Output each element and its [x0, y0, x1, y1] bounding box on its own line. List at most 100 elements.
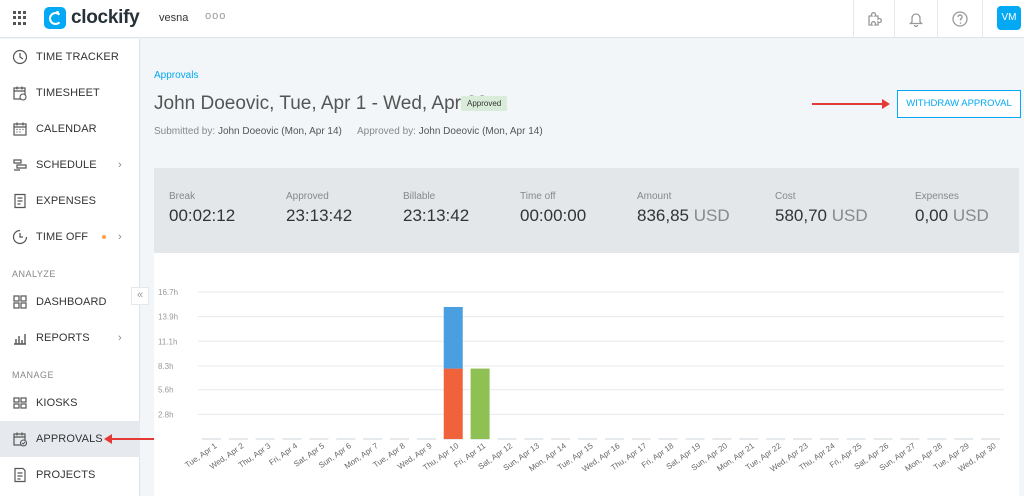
page-title: John Doeovic, Tue, Apr 1 - Wed, Apr 30 — [154, 93, 488, 114]
stat-value: 00:02:12 — [169, 206, 236, 225]
amount-value: 836,85 — [637, 206, 689, 225]
approved-by: Approved by: John Doeovic (Mon, Apr 14) — [357, 126, 543, 137]
stat-value: 836,85 USD — [637, 206, 730, 226]
top-bar: clockify vesna ooo VM — [0, 0, 1024, 38]
y-tick-label: 8.3h — [158, 362, 174, 371]
sidebar-item-label: TIME OFF — [36, 231, 89, 243]
stat-label: Cost — [775, 191, 796, 202]
sidebar-item-reports[interactable]: REPORTS › — [0, 320, 140, 356]
stat-label: Expenses — [915, 191, 959, 202]
receipt-icon — [14, 193, 26, 209]
avatar[interactable]: VM — [997, 6, 1021, 30]
help-icon[interactable] — [950, 9, 970, 29]
breadcrumb[interactable]: Approvals — [154, 70, 198, 81]
y-tick-label: 2.8h — [158, 410, 174, 419]
apps-grid-icon[interactable] — [13, 11, 27, 25]
approvals-icon — [13, 432, 28, 447]
puzzle-icon[interactable] — [864, 9, 884, 29]
timesheet-icon — [13, 86, 27, 101]
status-badge: Approved — [461, 96, 508, 111]
sidebar: TIME TRACKER TIMESHEET CALENDAR SCHEDULE… — [0, 39, 140, 496]
chevron-right-icon: › — [118, 159, 122, 171]
divider — [937, 0, 938, 38]
notification-dot — [102, 235, 106, 239]
stat-value: 580,70 USD — [775, 206, 868, 226]
stat-label: Billable — [403, 191, 436, 202]
bell-icon[interactable] — [906, 9, 926, 29]
sidebar-item-expenses[interactable]: EXPENSES — [0, 183, 140, 219]
sidebar-item-label: EXPENSES — [36, 195, 97, 207]
sidebar-item-timesheet[interactable]: TIMESHEET — [0, 75, 140, 111]
stat-value: 0,00 USD — [915, 206, 989, 226]
reports-icon — [14, 334, 26, 345]
stat-label: Time off — [520, 191, 556, 202]
bar-chart: 2.8h5.6h8.3h11.1h13.9h16.7hTue, Apr 1Wed… — [158, 288, 1004, 474]
sidebar-item-label: REPORTS — [36, 332, 90, 344]
chart-bar[interactable] — [443, 368, 463, 439]
stat-time-off: Time off 00:00:00 — [520, 191, 586, 226]
approved-value: John Doeovic (Mon, Apr 14) — [418, 126, 543, 137]
stat-label: Approved — [286, 191, 329, 202]
stat-value: 23:13:42 — [286, 206, 353, 225]
dashboard-icon — [13, 295, 27, 309]
expenses-value: 0,00 — [915, 206, 949, 225]
chevron-right-icon: › — [118, 332, 122, 344]
stat-approved: Approved 23:13:42 — [286, 191, 352, 226]
sidebar-item-kiosks[interactable]: KIOSKS — [0, 385, 140, 421]
annotation-arrow — [812, 99, 890, 109]
currency-unit: USD — [831, 206, 868, 225]
currency-unit: USD — [693, 206, 730, 225]
schedule-icon — [13, 159, 27, 171]
sidebar-item-label: TIMESHEET — [36, 87, 100, 99]
sidebar-item-schedule[interactable]: SCHEDULE › — [0, 147, 140, 183]
chart-bar[interactable] — [443, 306, 463, 369]
sidebar-item-label: KIOSKS — [36, 397, 78, 409]
projects-icon — [14, 467, 26, 483]
workspace-more-icon[interactable]: ooo — [205, 10, 226, 22]
currency-unit: USD — [952, 206, 989, 225]
clockify-logo-icon[interactable] — [44, 7, 66, 29]
chevron-right-icon: › — [118, 231, 122, 243]
stat-billable: Billable 23:13:42 — [403, 191, 469, 226]
daily-hours-chart: 2.8h 5.6h 8.3h 11.1h 13.9h 16.7h Tue, Apr 1 Wed… — [154, 253, 1019, 496]
sidebar-item-label: CALENDAR — [36, 123, 97, 135]
section-label-manage: MANAGE — [12, 370, 55, 380]
sidebar-item-label: TIME TRACKER — [36, 51, 119, 63]
stat-amount: Amount 836,85 USD — [637, 191, 730, 226]
chart-bar[interactable] — [470, 368, 490, 439]
annotation-arrow — [104, 434, 154, 444]
y-tick-label: 11.1h — [158, 337, 177, 346]
summary-stats: Break 00:02:12 Approved 23:13:42 Billabl… — [154, 168, 1019, 253]
stat-value: 23:13:42 — [403, 206, 470, 225]
clock-icon — [12, 49, 28, 65]
submitted-by: Submitted by: John Doeovic (Mon, Apr 14) — [154, 126, 342, 137]
y-tick-label: 13.9h — [158, 313, 178, 322]
collapse-sidebar-button[interactable]: « — [131, 287, 149, 305]
sidebar-item-label: APPROVALS — [36, 433, 103, 445]
y-tick-label: 16.7h — [158, 288, 178, 297]
cost-value: 580,70 — [775, 206, 827, 225]
stat-expenses: Expenses 0,00 USD — [915, 191, 989, 226]
section-label-analyze: ANALYZE — [12, 269, 56, 279]
time-off-icon — [12, 229, 28, 245]
sidebar-item-dashboard[interactable]: DASHBOARD — [0, 284, 140, 320]
approved-label: Approved by: — [357, 126, 416, 137]
stat-cost: Cost 580,70 USD — [775, 191, 868, 226]
sidebar-item-calendar[interactable]: CALENDAR — [0, 111, 140, 147]
sidebar-item-time-tracker[interactable]: TIME TRACKER — [0, 39, 140, 75]
stat-value: 00:00:00 — [520, 206, 587, 225]
stat-label: Break — [169, 191, 196, 202]
submitted-label: Submitted by: — [154, 126, 216, 137]
app-name[interactable]: clockify — [71, 7, 140, 29]
sidebar-item-label: PROJECTS — [36, 469, 96, 481]
calendar-icon — [13, 122, 27, 136]
sidebar-item-projects[interactable]: PROJECTS — [0, 457, 140, 493]
divider — [894, 0, 895, 38]
stat-break: Break 00:02:12 — [169, 191, 235, 226]
sidebar-item-label: SCHEDULE — [36, 159, 97, 171]
workspace-name[interactable]: vesna — [159, 12, 188, 24]
sidebar-item-time-off[interactable]: TIME OFF › — [0, 219, 140, 255]
y-tick-label: 5.6h — [158, 386, 174, 395]
kiosk-icon — [13, 397, 27, 409]
withdraw-approval-button[interactable]: WITHDRAW APPROVAL — [897, 90, 1021, 118]
